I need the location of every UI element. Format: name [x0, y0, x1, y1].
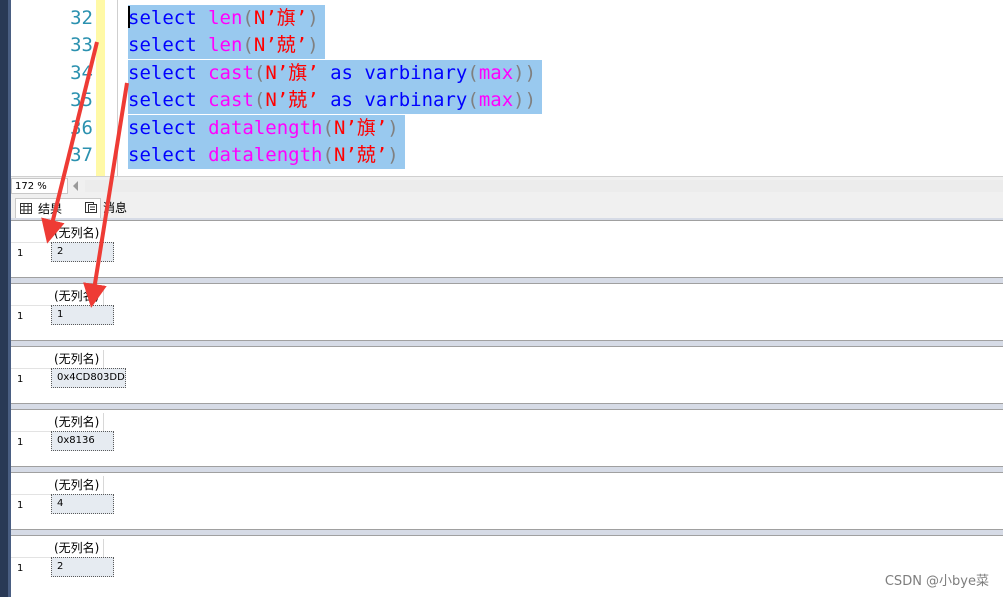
line-number: 37 — [70, 144, 93, 166]
column-header[interactable]: (无列名) — [51, 476, 105, 494]
result-cell[interactable]: 2 — [51, 557, 114, 577]
results-pane: (无列名) 1 2 (无列名) 1 1 (无列名) 1 0x4CD803DD (… — [11, 218, 1003, 597]
text-caret — [128, 6, 130, 28]
grid-icon — [20, 203, 32, 214]
keyword: select — [128, 34, 197, 56]
data-type: varbinary — [364, 62, 468, 84]
paren: ) — [307, 7, 319, 29]
line-number: 34 — [70, 62, 93, 84]
string-literal: N’旗’ — [265, 62, 319, 84]
row-header-divider — [11, 494, 51, 495]
change-tracking-bar — [96, 0, 105, 176]
result-grid[interactable]: (无列名) 1 2 — [11, 220, 1003, 278]
paren: ( — [322, 117, 334, 139]
keyword: select — [128, 144, 197, 166]
code-line[interactable]: select len(N’兢’) — [128, 32, 325, 59]
tab-messages[interactable]: 消息 — [81, 198, 169, 218]
code-line[interactable]: select datalength(N’兢’) — [128, 142, 405, 169]
line-number: 35 — [70, 89, 93, 111]
column-header[interactable]: (无列名) — [51, 287, 105, 305]
data-type: varbinary — [364, 89, 468, 111]
keyword: select — [128, 7, 197, 29]
string-literal: N’旗’ — [333, 117, 388, 139]
code-line[interactable]: select cast(N’旗’ as varbinary(max)) — [128, 60, 543, 87]
result-cell[interactable]: 0x4CD803DD — [51, 368, 126, 388]
message-icon — [85, 202, 97, 213]
line-number: 33 — [70, 34, 93, 56]
result-cell[interactable]: 2 — [51, 242, 114, 262]
row-number: 1 — [17, 311, 24, 322]
paren: )) — [513, 89, 537, 111]
keyword-as: as — [318, 62, 365, 84]
row-header-divider — [11, 242, 51, 243]
function-name: max — [478, 62, 514, 84]
function-name: len — [208, 34, 243, 56]
column-header[interactable]: (无列名) — [51, 224, 105, 242]
paren: ( — [242, 34, 254, 56]
result-cell[interactable]: 4 — [51, 494, 114, 514]
watermark: CSDN @小bye菜 — [884, 574, 989, 589]
line-number: 36 — [70, 117, 93, 139]
function-name: datalength — [208, 144, 323, 166]
code-line[interactable]: select datalength(N’旗’) — [128, 115, 405, 142]
paren: ( — [322, 144, 334, 166]
paren: ) — [387, 144, 399, 166]
row-header-divider — [11, 557, 51, 558]
function-name: len — [208, 7, 243, 29]
row-number: 1 — [17, 374, 24, 385]
tab-results-label: 结果 — [38, 202, 63, 216]
row-header-divider — [11, 431, 51, 432]
function-name: datalength — [208, 117, 323, 139]
zoom-level-dropdown[interactable]: 172 % — [11, 178, 68, 194]
string-literal: N’兢’ — [265, 89, 319, 111]
paren: ) — [387, 117, 399, 139]
function-name: max — [478, 89, 514, 111]
result-grid[interactable]: (无列名) 1 0x8136 — [11, 409, 1003, 467]
paren: ( — [253, 89, 266, 111]
line-number: 32 — [70, 7, 93, 29]
function-name: cast — [208, 62, 254, 84]
outline-fold-line — [117, 0, 118, 176]
code-line[interactable]: select cast(N’兢’ as varbinary(max)) — [128, 87, 543, 114]
string-literal: N’兢’ — [253, 34, 308, 56]
query-editor[interactable]: 32 33 34 35 36 37 select len(N’旗’) selec… — [11, 0, 1003, 176]
paren: ( — [242, 7, 254, 29]
row-number: 1 — [17, 437, 24, 448]
result-grid[interactable]: (无列名) 1 4 — [11, 472, 1003, 530]
row-number: 1 — [17, 248, 24, 259]
tab-messages-label: 消息 — [103, 201, 128, 215]
string-literal: N’旗’ — [253, 7, 308, 29]
result-grid[interactable]: (无列名) 1 2 — [11, 535, 1003, 597]
result-grid[interactable]: (无列名) 1 0x4CD803DD — [11, 346, 1003, 404]
result-cell[interactable]: 0x8136 — [51, 431, 114, 451]
scroll-left-arrow-icon[interactable] — [73, 181, 78, 191]
keyword: select — [128, 117, 197, 139]
editor-status-strip: 172 % — [11, 176, 1003, 196]
keyword: select — [128, 62, 197, 84]
result-cell[interactable]: 1 — [51, 305, 114, 325]
row-number: 1 — [17, 563, 24, 574]
row-number: 1 — [17, 500, 24, 511]
keyword: select — [128, 89, 197, 111]
column-header[interactable]: (无列名) — [51, 350, 105, 368]
result-grid[interactable]: (无列名) 1 1 — [11, 283, 1003, 341]
paren: ) — [307, 34, 319, 56]
paren: )) — [513, 62, 537, 84]
keyword-as: as — [318, 89, 365, 111]
paren: ( — [467, 62, 479, 84]
row-header-divider — [11, 368, 51, 369]
column-header[interactable]: (无列名) — [51, 413, 105, 431]
code-line[interactable]: select len(N’旗’) — [128, 5, 325, 32]
column-header[interactable]: (无列名) — [51, 539, 105, 557]
function-name: cast — [208, 89, 254, 111]
line-number-gutter: 32 33 34 35 36 37 — [11, 0, 93, 176]
paren: ( — [253, 62, 266, 84]
string-literal: N’兢’ — [333, 144, 388, 166]
paren: ( — [467, 89, 479, 111]
horizontal-scrollbar[interactable] — [85, 180, 1003, 192]
results-tab-bar: 结果 消息 — [11, 196, 1003, 219]
row-header-divider — [11, 305, 51, 306]
